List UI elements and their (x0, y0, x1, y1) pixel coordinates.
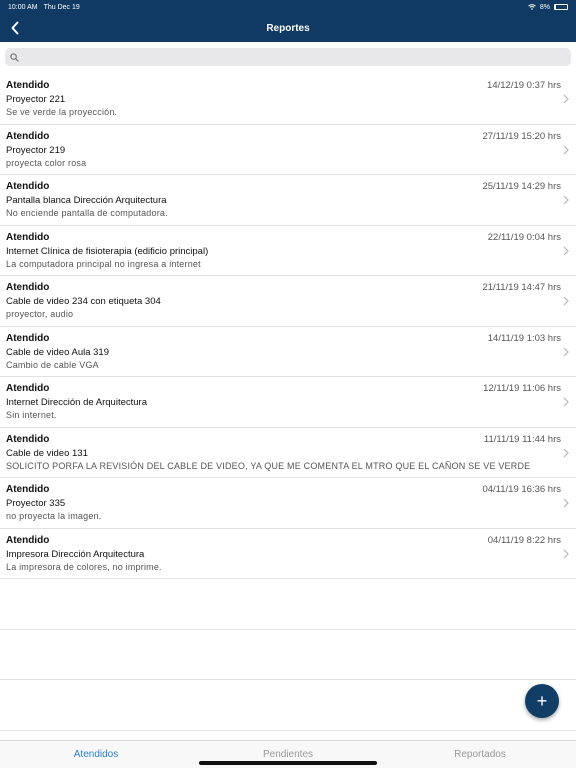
report-name: Cable de video 234 con etiqueta 304 (6, 296, 161, 307)
plus-icon: + (536, 690, 548, 711)
report-status: Atendido (6, 332, 50, 344)
chevron-right-icon (563, 145, 569, 154)
report-row[interactable]: Atendido Cable de video 131 SOLICITO POR… (0, 428, 576, 478)
report-name: Cable de video Aula 319 (6, 346, 109, 358)
report-name: Proyector 219 (6, 144, 66, 156)
report-name: Proyector 221 (6, 94, 66, 105)
report-row[interactable]: Atendido Cable de video Aula 319 Cambio … (0, 327, 576, 377)
reports-list: Atendido Proyector 221 Se ve verde la pr… (0, 74, 576, 731)
report-name: Internet Dirección de Arquitectura (6, 397, 147, 408)
report-date: 11/11/19 11:44 hrs (483, 433, 561, 445)
report-row[interactable]: Atendido Proyector 335 no proyecta la im… (0, 478, 576, 529)
add-report-button[interactable]: + (525, 684, 559, 718)
report-date: 21/11/19 14:47 hrs (482, 282, 561, 293)
chevron-right-icon (563, 347, 569, 356)
nav-bar: Reportes (0, 14, 576, 42)
page-title: Reportes (266, 22, 310, 34)
report-description: Sin internet. (6, 410, 57, 420)
report-status: Atendido (6, 534, 50, 546)
search-bar-container (0, 42, 576, 74)
chevron-right-icon (563, 94, 569, 104)
report-status: Atendido (6, 181, 50, 192)
chevron-right-icon (563, 498, 569, 508)
report-date: 04/11/19 16:36 hrs (482, 484, 561, 495)
search-bar[interactable] (5, 48, 571, 66)
report-status: Atendido (6, 130, 50, 142)
report-name: Proyector 335 (6, 498, 66, 509)
report-row[interactable]: Atendido Impresora Dirección Arquitectur… (0, 529, 576, 579)
status-bar: 10:00 AM Thu Dec 19 8% (0, 0, 576, 14)
report-name: Internet Clínica de fisioterapia (edific… (6, 245, 209, 257)
report-description: No enciende pantalla de computadora. (6, 208, 168, 218)
chevron-right-icon (563, 549, 569, 558)
chevron-right-icon (563, 246, 569, 255)
empty-row (0, 680, 576, 731)
report-description: no proyecta la imagen. (6, 511, 102, 521)
back-button[interactable] (5, 18, 25, 38)
report-description: proyector, audio (6, 309, 74, 319)
tab-atendidos[interactable]: Atendidos (0, 741, 192, 768)
report-row[interactable]: Atendido Internet Clínica de fisioterapi… (0, 226, 576, 276)
chevron-right-icon (563, 195, 569, 205)
status-right: 8% (528, 4, 568, 11)
report-row[interactable]: Atendido Proyector 221 Se ve verde la pr… (0, 74, 576, 125)
report-date: 27/11/19 15:20 hrs (482, 130, 561, 142)
report-name: Impresora Dirección Arquitectura (6, 548, 145, 560)
home-indicator (199, 761, 377, 765)
report-status: Atendido (6, 383, 50, 394)
report-date: 04/11/19 8:22 hrs (487, 534, 561, 546)
report-date: 22/11/19 0:04 hrs (487, 231, 561, 243)
chevron-right-icon (563, 448, 569, 457)
report-description: Cambio de cable VGA (6, 359, 99, 370)
report-status: Atendido (6, 231, 50, 243)
empty-row (0, 630, 576, 680)
report-row[interactable]: Atendido Pantalla blanca Dirección Arqui… (0, 175, 576, 226)
report-row[interactable]: Atendido Internet Dirección de Arquitect… (0, 377, 576, 428)
report-name: Cable de video 131 (6, 447, 88, 459)
chevron-right-icon (563, 397, 569, 407)
tab-reportados[interactable]: Reportados (384, 741, 576, 768)
report-status: Atendido (6, 433, 50, 445)
report-description: Se ve verde la proyección. (6, 107, 118, 117)
chevron-left-icon (11, 21, 19, 35)
battery-percent: 8% (539, 3, 550, 11)
report-name: Pantalla blanca Dirección Arquitectura (6, 195, 167, 206)
report-description: La impresora de colores, no imprime. (6, 561, 162, 572)
status-date: Thu Dec 19 (43, 3, 80, 11)
chevron-right-icon (563, 296, 569, 306)
report-date: 14/12/19 0:37 hrs (487, 80, 561, 91)
empty-row (0, 579, 576, 630)
report-date: 25/11/19 14:29 hrs (482, 181, 561, 192)
report-date: 14/11/19 1:03 hrs (487, 332, 561, 344)
report-description: La computadora principal no ingresa a in… (6, 258, 201, 269)
report-status: Atendido (6, 282, 50, 293)
report-row[interactable]: Atendido Proyector 219 proyecta color ro… (0, 125, 576, 175)
report-description: SOLICITO PORFA LA REVISIÓN DEL CABLE DE … (6, 460, 531, 471)
report-status: Atendido (6, 80, 50, 91)
report-date: 12/11/19 11:06 hrs (483, 383, 561, 394)
report-status: Atendido (6, 484, 50, 495)
search-icon (10, 52, 19, 62)
report-row[interactable]: Atendido Cable de video 234 con etiqueta… (0, 276, 576, 327)
battery-icon (554, 4, 568, 10)
status-time: 10:00 AM (8, 3, 38, 11)
wifi-icon (528, 4, 536, 10)
report-description: proyecta color rosa (6, 157, 87, 168)
search-input[interactable] (23, 52, 571, 62)
